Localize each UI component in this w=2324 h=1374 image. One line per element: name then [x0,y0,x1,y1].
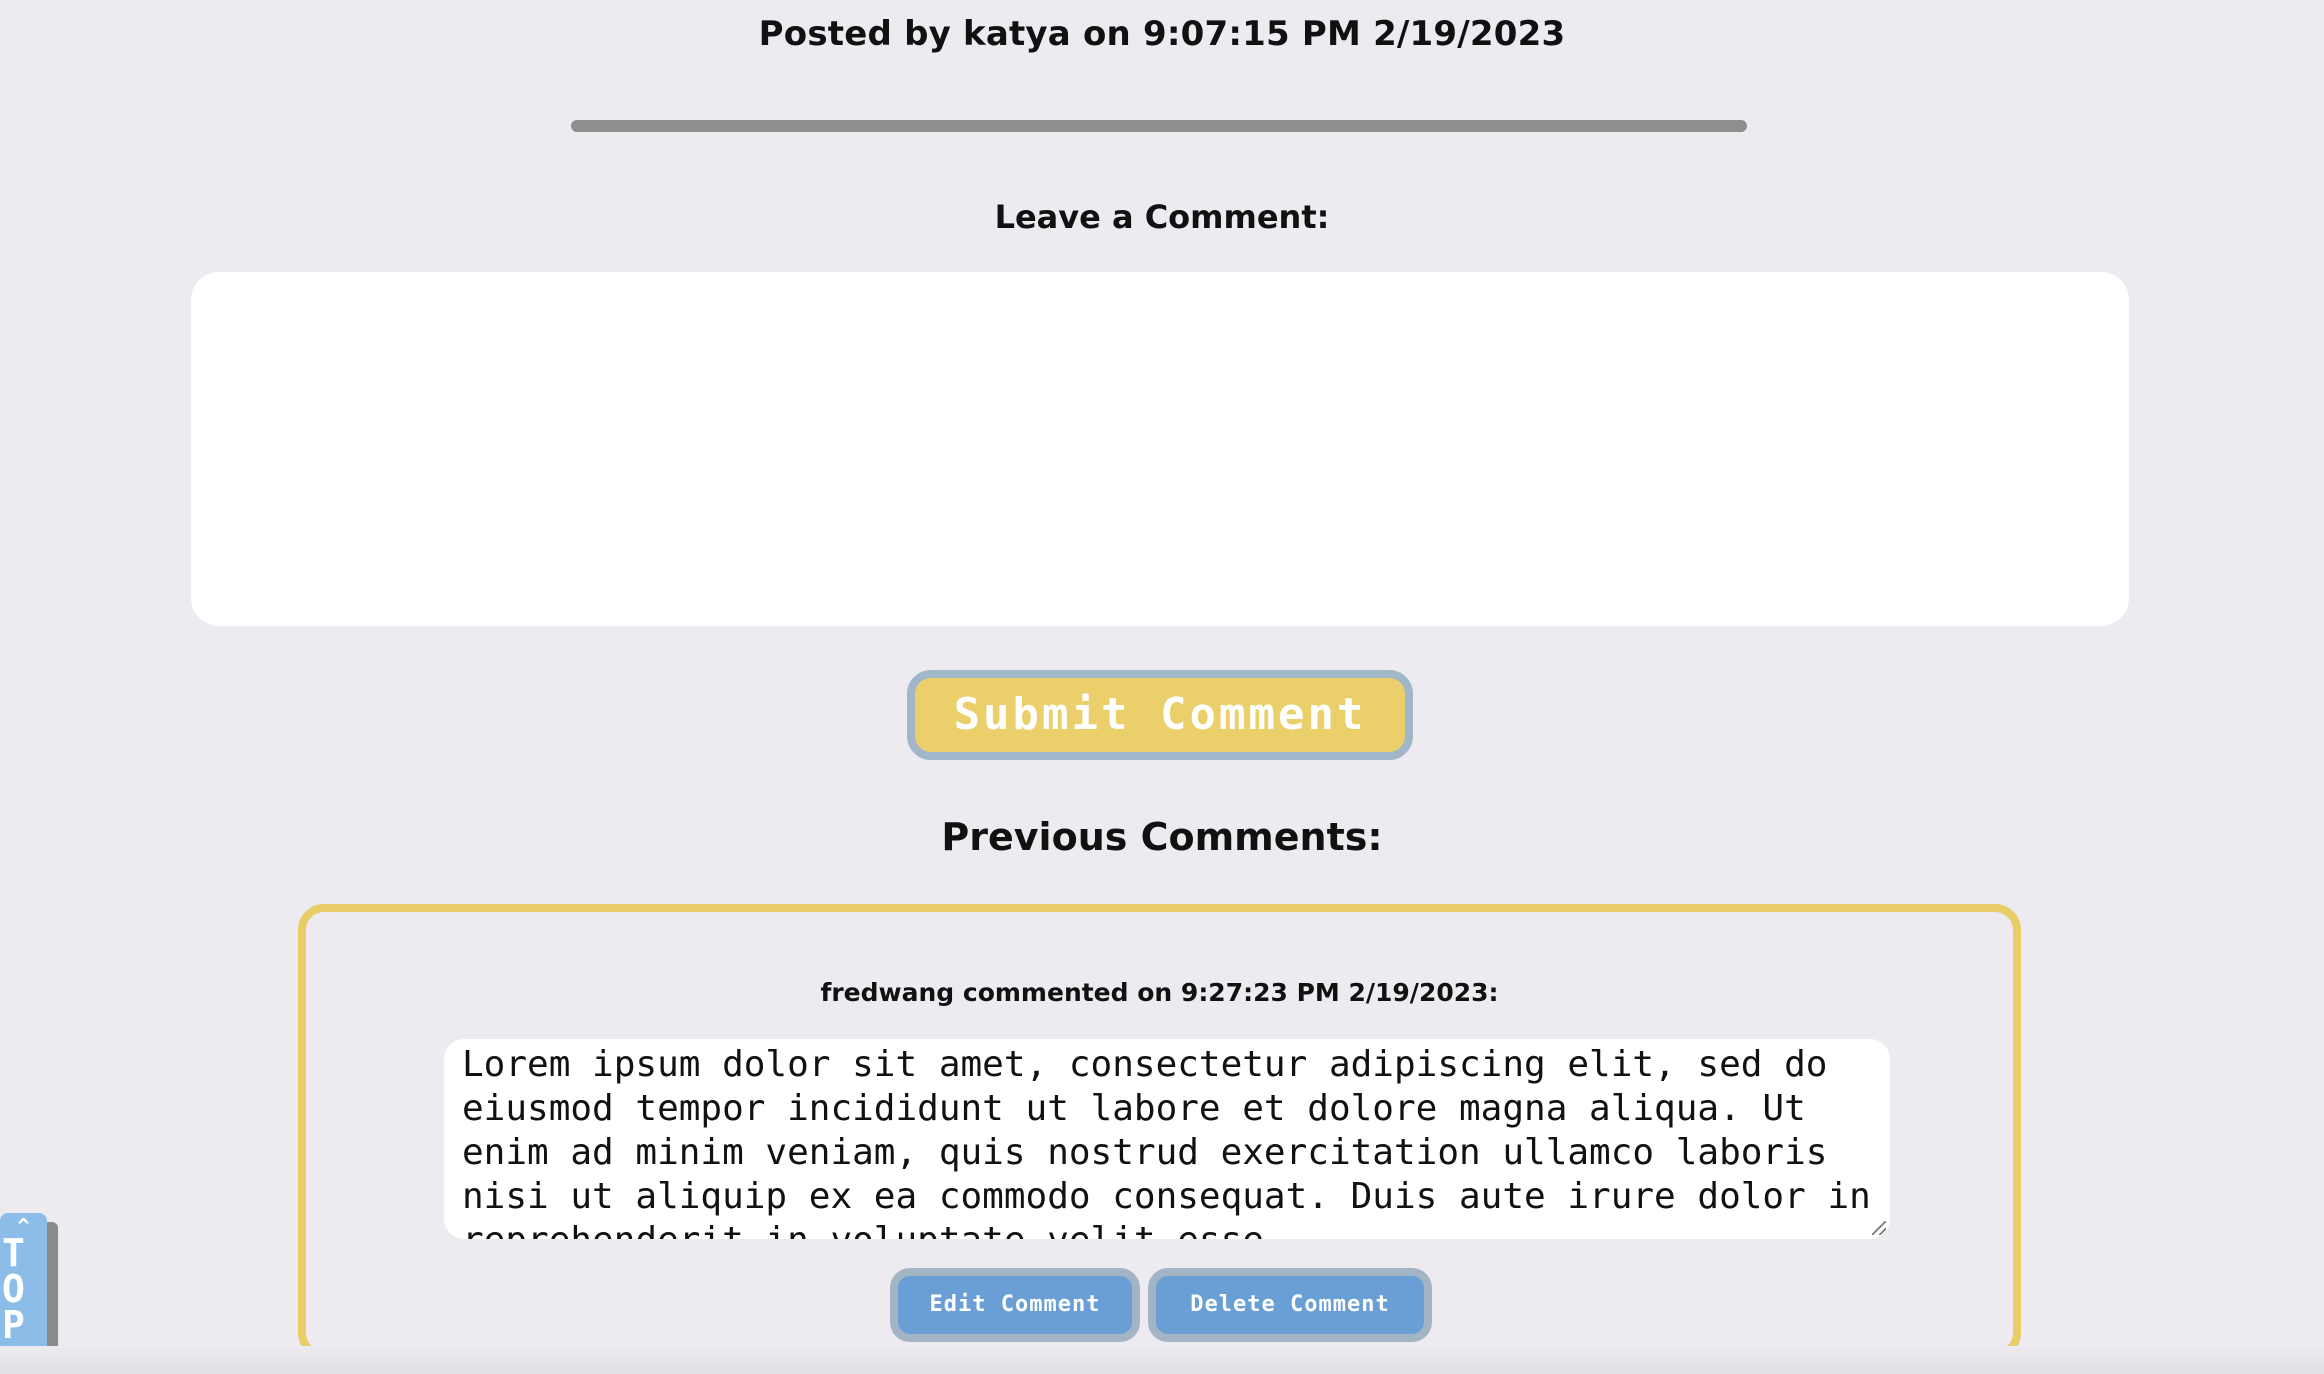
comment-text-area[interactable]: Lorem ipsum dolor sit amet, consectetur … [444,1039,1890,1239]
resize-handle-icon[interactable] [1872,1221,1886,1235]
section-divider [571,120,1747,132]
submit-comment-button[interactable]: Submit Comment [907,670,1413,760]
comment-actions: Edit Comment Delete Comment [306,1268,2013,1342]
comment-card: fredwang commented on 9:27:23 PM 2/19/20… [298,904,2021,1359]
top-label: TOP [2,1231,25,1347]
comment-meta: fredwang commented on 9:27:23 PM 2/19/20… [820,978,1499,1007]
edit-comment-button[interactable]: Edit Comment [890,1268,1140,1342]
comment-text: Lorem ipsum dolor sit amet, consectetur … [462,1044,1871,1239]
leave-comment-label: Leave a Comment: [994,198,1330,236]
post-author-timestamp: Posted by katya on 9:07:15 PM 2/19/2023 [758,14,1566,54]
previous-comments-heading: Previous Comments: [941,815,1383,859]
bottom-edge [0,1346,2324,1374]
scroll-to-top-button[interactable]: ^ TOP [0,1213,47,1365]
comment-input[interactable] [191,272,2129,626]
delete-comment-button[interactable]: Delete Comment [1148,1268,1432,1342]
